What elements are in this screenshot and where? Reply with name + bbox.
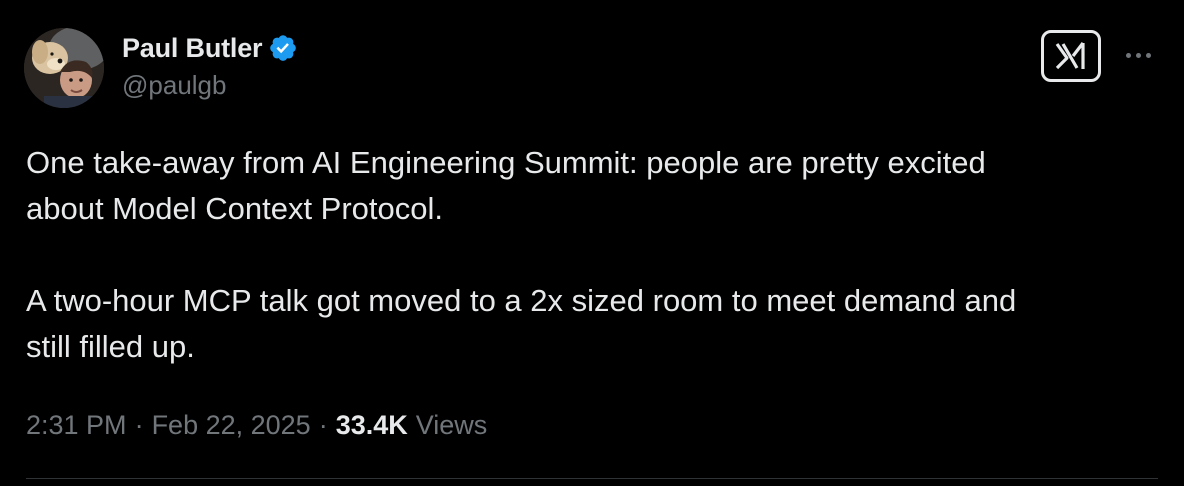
views-count[interactable]: 33.4K xyxy=(336,410,408,441)
tweet-text: One take-away from AI Engineering Summit… xyxy=(26,140,1166,370)
grok-icon xyxy=(1055,42,1085,70)
more-options-icon-dot xyxy=(1145,52,1151,58)
display-name[interactable]: Paul Butler xyxy=(122,33,263,64)
more-options-icon-dot xyxy=(1135,52,1141,58)
tweet-paragraph: A two-hour MCP talk got moved to a 2x si… xyxy=(26,283,1017,364)
avatar[interactable] xyxy=(24,28,104,108)
tweet-paragraph: One take-away from AI Engineering Summit… xyxy=(26,145,986,226)
more-options-button[interactable] xyxy=(1120,40,1156,70)
meta-separator: · xyxy=(318,410,328,440)
tweet-card: Paul Butler @paulgb One take-away from A… xyxy=(0,0,1184,486)
author-info: Paul Butler @paulgb xyxy=(122,30,298,101)
profile-photo-icon xyxy=(24,28,104,108)
more-options-icon xyxy=(1125,52,1131,58)
tweet-meta: 2:31 PM · Feb 22, 2025 · 33.4K Views xyxy=(26,410,487,441)
name-row: Paul Butler xyxy=(122,30,298,66)
verified-badge-icon[interactable] xyxy=(268,33,298,63)
divider xyxy=(26,478,1158,479)
tweet-date[interactable]: Feb 22, 2025 xyxy=(152,410,311,441)
grok-button[interactable] xyxy=(1041,30,1101,82)
author-handle[interactable]: @paulgb xyxy=(122,70,298,101)
tweet-time[interactable]: 2:31 PM xyxy=(26,410,127,441)
views-label[interactable]: Views xyxy=(416,410,488,441)
meta-separator: · xyxy=(134,410,144,440)
